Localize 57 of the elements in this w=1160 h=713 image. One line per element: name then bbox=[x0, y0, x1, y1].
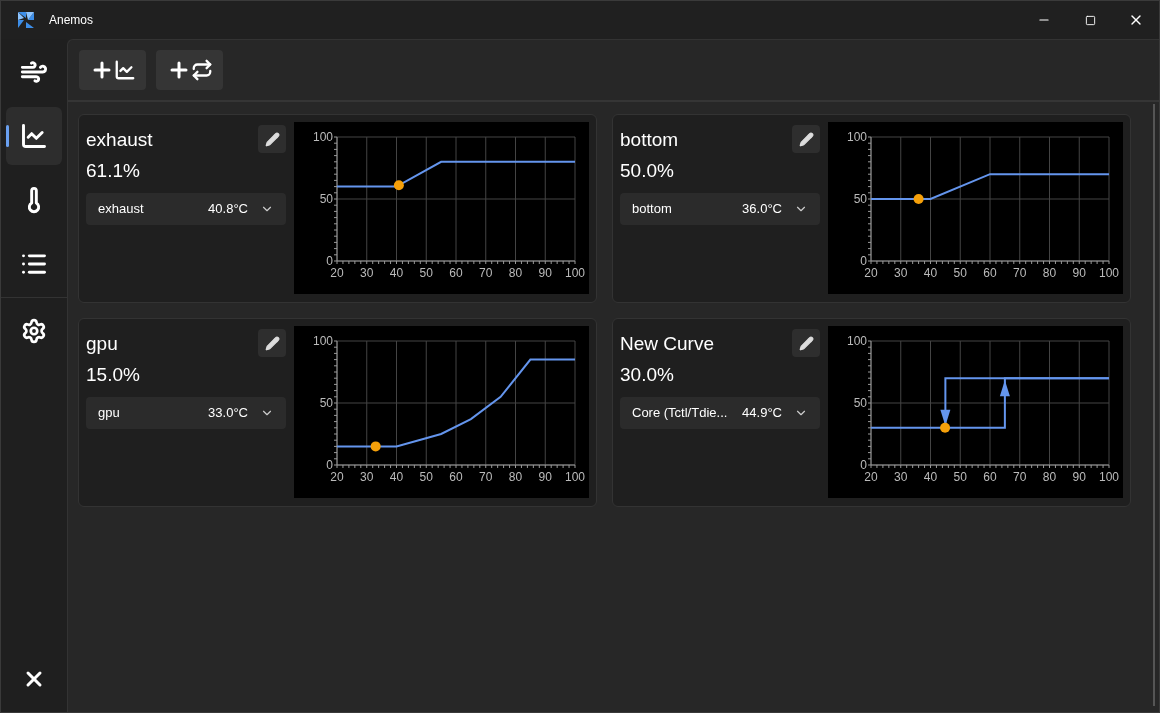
curve-name: exhaust bbox=[86, 128, 153, 152]
x-tick-label: 70 bbox=[1013, 266, 1027, 280]
x-tick-label: 40 bbox=[389, 266, 404, 280]
x-tick-label: 100 bbox=[565, 470, 585, 484]
x-tick-label: 80 bbox=[508, 470, 523, 484]
x-tick-label: 100 bbox=[565, 266, 585, 280]
x-tick-label: 50 bbox=[419, 266, 433, 280]
y-tick-label: 100 bbox=[312, 130, 333, 144]
x-tick-label: 20 bbox=[330, 266, 344, 280]
y-tick-label: 100 bbox=[846, 334, 867, 348]
x-tick-label: 90 bbox=[538, 266, 552, 280]
y-tick-label: 0 bbox=[860, 254, 867, 268]
window-title: Anemos bbox=[49, 12, 94, 29]
curve-name: gpu bbox=[86, 332, 118, 356]
x-tick-label: 90 bbox=[538, 470, 552, 484]
x-tick-label: 20 bbox=[864, 266, 878, 280]
x-tick-label: 60 bbox=[449, 470, 463, 484]
x-tick-label: 50 bbox=[419, 470, 433, 484]
x-tick-label: 70 bbox=[479, 266, 493, 280]
x-tick-label: 20 bbox=[864, 470, 878, 484]
x-tick-label: 90 bbox=[1072, 266, 1086, 280]
x-tick-label: 30 bbox=[360, 470, 374, 484]
x-tick-label: 70 bbox=[1013, 470, 1027, 484]
y-tick-label: 0 bbox=[326, 254, 333, 268]
fan-percentage: 50.0% bbox=[620, 158, 675, 183]
y-tick-label: 0 bbox=[326, 458, 333, 472]
x-tick-label: 40 bbox=[923, 266, 938, 280]
y-tick-label: 0 bbox=[860, 458, 867, 472]
fan-percentage: 61.1% bbox=[86, 158, 141, 183]
x-tick-label: 40 bbox=[923, 470, 938, 484]
y-tick-label: 50 bbox=[319, 396, 333, 410]
x-tick-label: 50 bbox=[953, 266, 967, 280]
x-tick-label: 30 bbox=[894, 470, 908, 484]
y-tick-label: 50 bbox=[853, 396, 867, 410]
x-tick-label: 100 bbox=[1099, 266, 1119, 280]
x-tick-label: 70 bbox=[479, 470, 493, 484]
x-tick-label: 60 bbox=[983, 470, 997, 484]
fan-percentage: 15.0% bbox=[86, 362, 141, 387]
y-tick-label: 50 bbox=[853, 192, 867, 206]
curve-name: bottom bbox=[620, 128, 679, 152]
y-tick-label: 100 bbox=[846, 130, 867, 144]
x-tick-label: 40 bbox=[389, 470, 404, 484]
x-tick-label: 80 bbox=[508, 266, 523, 280]
x-tick-label: 30 bbox=[894, 266, 908, 280]
y-tick-label: 50 bbox=[319, 192, 333, 206]
x-tick-label: 80 bbox=[1042, 266, 1057, 280]
x-tick-label: 100 bbox=[1099, 470, 1119, 484]
x-tick-label: 60 bbox=[983, 266, 997, 280]
y-tick-label: 100 bbox=[312, 334, 333, 348]
x-tick-label: 30 bbox=[360, 266, 374, 280]
x-tick-label: 80 bbox=[1042, 470, 1057, 484]
x-tick-label: 90 bbox=[1072, 470, 1086, 484]
x-tick-label: 60 bbox=[449, 266, 463, 280]
x-tick-label: 20 bbox=[330, 470, 344, 484]
x-tick-label: 50 bbox=[953, 470, 967, 484]
curve-name: New Curve bbox=[620, 332, 714, 356]
fan-percentage: 30.0% bbox=[620, 362, 675, 387]
